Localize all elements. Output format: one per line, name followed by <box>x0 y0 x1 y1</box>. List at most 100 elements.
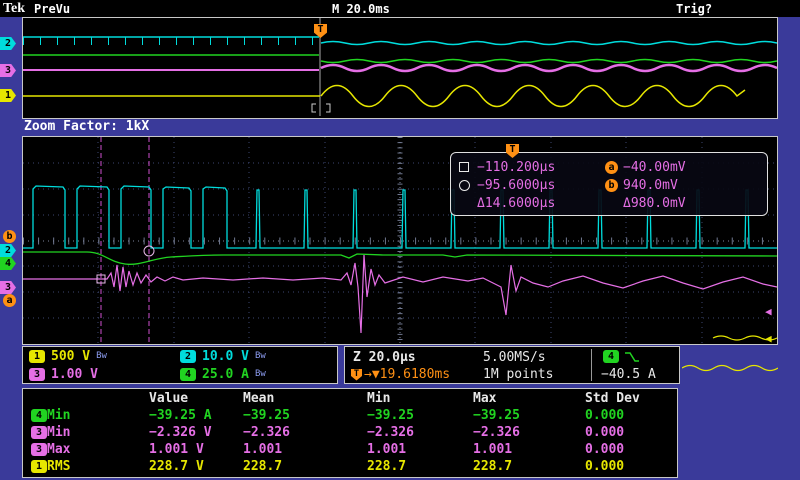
meas-name: Max <box>47 442 71 457</box>
trigger-slope-falling-icon <box>625 351 639 362</box>
header-stddev: Std Dev <box>585 391 640 406</box>
meas-max: −39.25 <box>473 408 520 423</box>
cursor-b-level-marker[interactable]: b <box>3 230 16 243</box>
meas-value: −2.326 V <box>149 425 212 440</box>
zoom-factor-label: Zoom Factor: 1kX <box>24 119 150 134</box>
sample-rate-readout: 5.00MS/s <box>483 350 546 365</box>
ch1-bandwidth-icon: Bw <box>96 351 107 361</box>
cursor-b-value: 940.0mV <box>623 177 678 193</box>
tek-logo: Tek <box>3 1 26 16</box>
trigger-source-badge: 4 <box>603 350 619 363</box>
ch4-overview-trace <box>23 54 777 64</box>
top-bar: Tek PreVu M 20.0ms Trig? <box>0 0 800 17</box>
main-timebase-readout[interactable]: M 20.0ms <box>332 2 390 16</box>
cursor-time-delta: Δ14.6000µs <box>477 195 556 211</box>
cursor-a-value: −40.00mV <box>623 159 686 175</box>
meas-value: 1.001 V <box>149 442 204 457</box>
meas-name: Min <box>47 425 71 440</box>
acquisition-status: PreVu <box>34 2 71 16</box>
ch3-ground-marker[interactable]: 3 <box>0 281 16 294</box>
oscilloscope-screen: Tek PreVu M 20.0ms Trig? T 2 3 1 Zoom Fa… <box>0 0 800 480</box>
ch2-overview-trace <box>23 36 777 46</box>
header-value: Value <box>149 391 189 406</box>
measurements-header-row: Value Mean Min Max Std Dev <box>23 390 677 407</box>
ch1-trace-fragment <box>682 364 778 372</box>
meas-min: −39.25 <box>367 408 414 423</box>
trigger-flag-icon: T <box>351 368 362 381</box>
measurement-row[interactable]: 4 Min −39.25 A −39.25 −39.25 −39.25 0.000 <box>23 407 677 424</box>
ch2-ground-marker[interactable]: 2 <box>0 244 16 257</box>
ch1-scale: 500 V <box>51 348 91 364</box>
cursor-b-badge: b <box>605 178 618 192</box>
ch1-right-edge-marker[interactable]: ◀ <box>765 333 772 344</box>
meas-mean: −2.326 <box>243 425 290 440</box>
acquisition-readout-box: Z 20.0µs 5.00MS/s T →▼ 19.6180ms 1M poin… <box>344 346 680 384</box>
overview-ch3-marker[interactable]: 3 <box>0 64 16 77</box>
ch2-badge: 2 <box>180 349 196 363</box>
channel-readout-box: 1 500 V Bw 2 10.0 V Bw 3 1.00 V 4 25.0 A… <box>22 346 338 384</box>
measurements-table: Value Mean Min Max Std Dev 4 Min −39.25 A… <box>22 388 678 478</box>
overview-ch2-marker[interactable]: 2 <box>0 37 16 50</box>
cursor-a-level-marker[interactable]: a <box>3 294 16 307</box>
meas-mean: 228.7 <box>243 459 283 474</box>
ch1-readout[interactable]: 1 500 V Bw <box>29 349 180 364</box>
meas-min: −2.326 <box>367 425 414 440</box>
meas-max: 1.001 <box>473 442 513 457</box>
ch2-readout[interactable]: 2 10.0 V Bw <box>180 349 331 364</box>
record-length-readout: 1M points <box>483 367 554 382</box>
meas-min: 228.7 <box>367 459 407 474</box>
ch1-badge: 1 <box>29 349 45 363</box>
ch2-scale: 10.0 V <box>202 348 249 364</box>
ch3-overview-trace <box>23 63 777 73</box>
meas-name: RMS <box>47 459 71 474</box>
header-mean: Mean <box>243 391 275 406</box>
meas-stddev: 0.000 <box>585 442 625 457</box>
cursor-circle-time: −95.6000µs <box>477 177 556 193</box>
cursor-a-badge: a <box>605 160 618 174</box>
readout-divider <box>591 349 592 381</box>
ch3-scale: 1.00 V <box>51 366 98 382</box>
meas-mean: −39.25 <box>243 408 290 423</box>
cursor-amplitude-delta: Δ980.0mV <box>623 195 686 211</box>
meas-max: 228.7 <box>473 459 513 474</box>
zoom-timebase-readout[interactable]: Z 20.0µs <box>353 350 416 365</box>
overview-window[interactable] <box>22 17 778 119</box>
trigger-source-readout[interactable]: 4 <box>603 350 640 363</box>
cursor-square-time: −110.200µs <box>477 159 556 175</box>
meas-value: 228.7 V <box>149 459 204 474</box>
meas-max: −2.326 <box>473 425 520 440</box>
header-min: Min <box>367 391 391 406</box>
ch4-ground-marker[interactable]: 4 <box>0 257 16 270</box>
trigger-position-readout: T →▼ 19.6180ms <box>351 367 450 382</box>
header-max: Max <box>473 391 497 406</box>
meas-stddev: 0.000 <box>585 459 625 474</box>
cursor-circle-icon <box>459 179 477 191</box>
meas-ch-badge: 4 <box>31 409 47 422</box>
ch4-badge: 4 <box>180 367 196 381</box>
overview-ch1-marker[interactable]: 1 <box>0 89 16 102</box>
ch3-badge: 3 <box>29 367 45 381</box>
trigger-status: Trig? <box>676 2 713 16</box>
meas-ch-badge: 3 <box>31 426 47 439</box>
ch4-bandwidth-icon: Bw <box>254 369 266 379</box>
meas-name: Min <box>47 408 71 423</box>
cursor-square-icon <box>459 162 477 172</box>
meas-ch-badge: 1 <box>31 460 47 473</box>
ch3-readout[interactable]: 3 1.00 V <box>29 367 180 382</box>
measurement-row[interactable]: 1 RMS 228.7 V 228.7 228.7 228.7 0.000 <box>23 458 677 475</box>
ch4-scale: 25.0 A <box>202 366 249 382</box>
trigger-arrow-icon: →▼ <box>364 367 380 382</box>
zoom-region-brackets <box>311 103 331 113</box>
measurement-row[interactable]: 3 Max 1.001 V 1.001 1.001 1.001 0.000 <box>23 441 677 458</box>
measurement-row[interactable]: 3 Min −2.326 V −2.326 −2.326 −2.326 0.000 <box>23 424 677 441</box>
ch4-readout[interactable]: 4 25.0 A Bw <box>180 367 331 382</box>
meas-min: 1.001 <box>367 442 407 457</box>
ch3-right-edge-marker[interactable]: ◀ <box>765 306 772 317</box>
trigger-time-value: 19.6180ms <box>379 367 451 382</box>
overview-waveforms <box>23 18 777 116</box>
trigger-level-readout: −40.5 A <box>601 367 656 382</box>
meas-mean: 1.001 <box>243 442 283 457</box>
meas-value: −39.25 A <box>149 408 212 423</box>
meas-stddev: 0.000 <box>585 408 625 423</box>
meas-stddev: 0.000 <box>585 425 625 440</box>
